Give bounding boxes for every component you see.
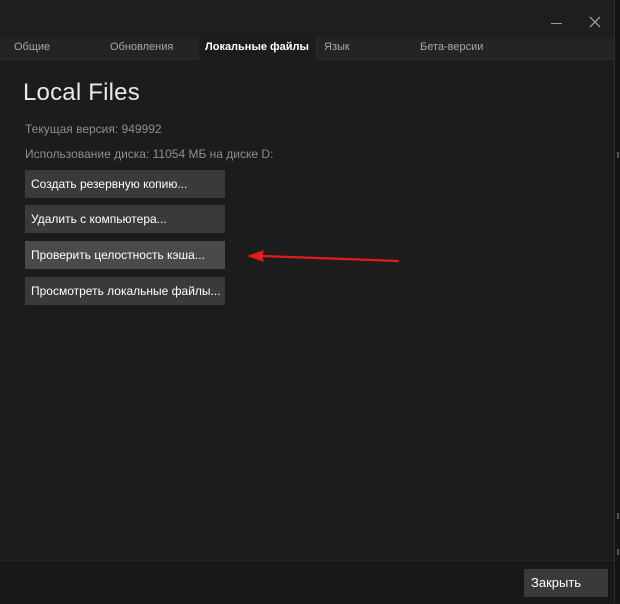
tab-language[interactable]: Язык: [324, 37, 350, 59]
uninstall-button[interactable]: Удалить с компьютера...: [25, 205, 225, 233]
properties-window: Общие Обновления Локальные файлы Язык Бе…: [0, 0, 615, 604]
backup-button[interactable]: Создать резервную копию...: [25, 170, 225, 198]
edge-mark: [617, 152, 619, 158]
close-button[interactable]: Закрыть: [524, 569, 608, 597]
verify-integrity-button[interactable]: Проверить целостность кэша...: [25, 241, 225, 269]
tab-updates[interactable]: Обновления: [110, 37, 173, 59]
title-bar: [0, 0, 614, 38]
page-title: Local Files: [23, 79, 140, 106]
disk-usage-text: Использование диска: 11054 МБ на диске D…: [25, 147, 274, 161]
tab-bar: Общие Обновления Локальные файлы Язык Бе…: [0, 37, 614, 60]
minimize-icon[interactable]: [546, 12, 566, 32]
edge-mark: [617, 549, 619, 555]
edge-mark: [617, 513, 619, 519]
tab-betas[interactable]: Бета-версии: [420, 37, 483, 59]
tab-general[interactable]: Общие: [14, 37, 50, 59]
browse-local-files-button[interactable]: Просмотреть локальные файлы...: [25, 277, 225, 305]
close-icon[interactable]: [585, 12, 605, 32]
tab-local-files[interactable]: Локальные файлы: [199, 37, 315, 60]
current-version-text: Текущая версия: 949992: [25, 122, 162, 136]
footer-bar: [0, 560, 614, 604]
